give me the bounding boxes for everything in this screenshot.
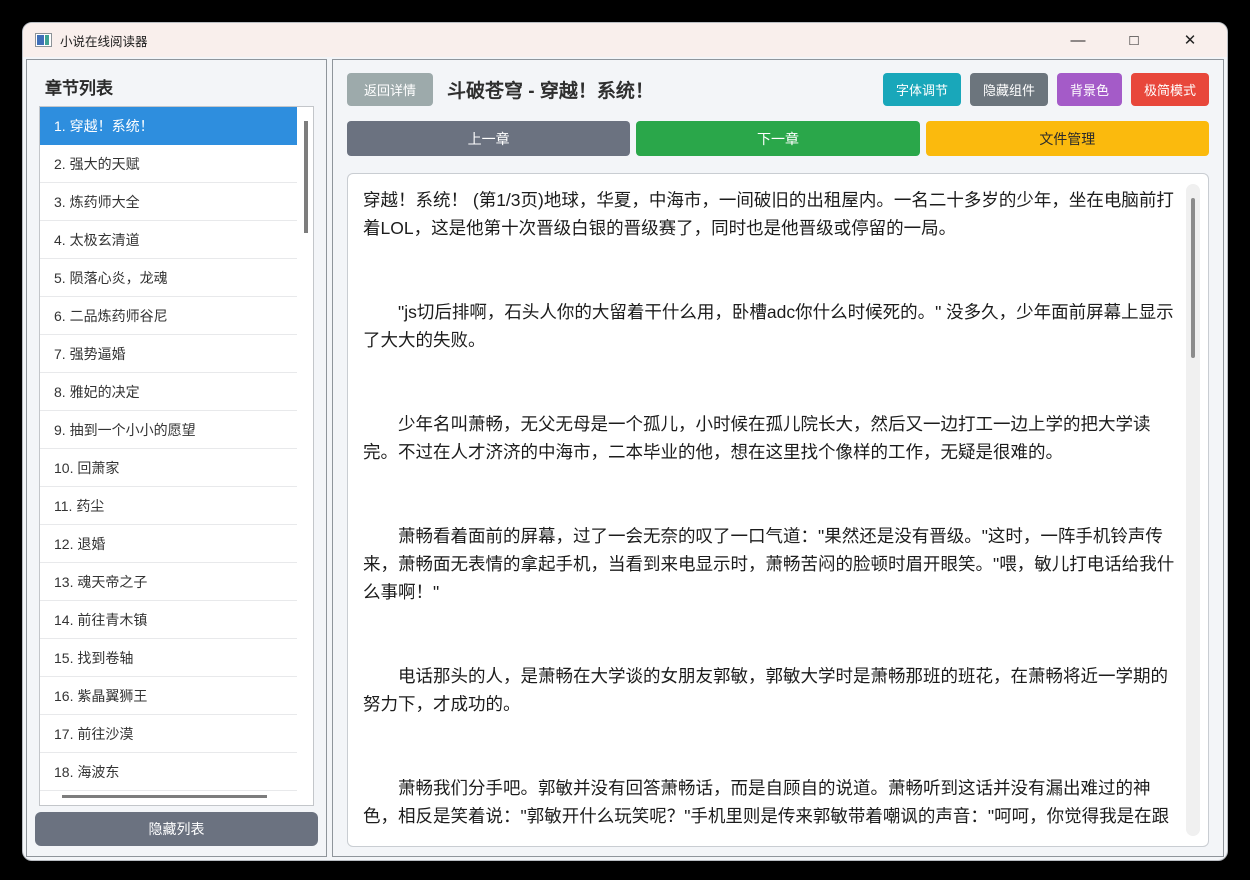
window-controls: — □ ✕ bbox=[1063, 28, 1215, 52]
chapter-item-12[interactable]: 12. 退婚 bbox=[40, 525, 297, 563]
chapter-list-horizontal-scrollbar[interactable] bbox=[62, 795, 267, 798]
minimal-mode-button[interactable]: 极简模式 bbox=[1130, 73, 1209, 106]
paragraph: 少年名叫萧畅，无父无母是一个孤儿，小时候在孤儿院长大，然后又一边打工一边上学的把… bbox=[363, 414, 1151, 462]
chapter-list-vertical-scrollbar[interactable] bbox=[304, 121, 308, 233]
minimize-icon[interactable]: — bbox=[1063, 28, 1093, 52]
chapter-item-9[interactable]: 9. 抽到一个小小的愿望 bbox=[40, 411, 297, 449]
paragraph: 萧畅看着面前的屏幕，过了一会无奈的叹了一口气道："果然还是没有晋级。"这时，一阵… bbox=[363, 526, 1175, 602]
maximize-icon[interactable]: □ bbox=[1119, 28, 1149, 52]
font-adjust-button[interactable]: 字体调节 bbox=[882, 73, 961, 106]
prev-chapter-button[interactable]: 上一章 bbox=[347, 121, 631, 156]
chapter-item-18[interactable]: 18. 海波东 bbox=[40, 753, 297, 791]
content-panes: 章节列表 1. 穿越！系统！ 2. 强大的天赋 3. 炼药师大全 4. 太极玄清… bbox=[26, 59, 1224, 857]
chapter-text: 穿越！系统！ (第1/3页)地球，华夏，中海市，一间破旧的出租屋内。一名二十多岁… bbox=[363, 186, 1178, 834]
book-chapter-title: 斗破苍穹 - 穿越！系统！ bbox=[447, 81, 654, 102]
chapter-item-15[interactable]: 15. 找到卷轴 bbox=[40, 639, 297, 677]
chapter-item-13[interactable]: 13. 魂天帝之子 bbox=[40, 563, 297, 601]
chapter-item-16[interactable]: 16. 紫晶翼狮王 bbox=[40, 677, 297, 715]
chapter-item-14[interactable]: 14. 前往青木镇 bbox=[40, 601, 297, 639]
chapter-item-6[interactable]: 6. 二品炼药师谷尼 bbox=[40, 297, 297, 335]
hide-list-button[interactable]: 隐藏列表 bbox=[35, 812, 318, 846]
app-icon bbox=[35, 33, 52, 47]
next-chapter-button[interactable]: 下一章 bbox=[636, 121, 920, 156]
chapter-item-4[interactable]: 4. 太极玄清道 bbox=[40, 221, 297, 259]
hide-widgets-button[interactable]: 隐藏组件 bbox=[969, 73, 1048, 106]
chapter-item-11[interactable]: 11. 药尘 bbox=[40, 487, 297, 525]
app-window: 小说在线阅读器 — □ ✕ 章节列表 1. 穿越！系统！ 2. 强大的天赋 3.… bbox=[22, 22, 1228, 861]
chapter-item-2[interactable]: 2. 强大的天赋 bbox=[40, 145, 297, 183]
chapter-sidebar: 章节列表 1. 穿越！系统！ 2. 强大的天赋 3. 炼药师大全 4. 太极玄清… bbox=[26, 59, 327, 857]
back-to-details-button[interactable]: 返回详情 bbox=[347, 73, 433, 106]
chapter-item-7[interactable]: 7. 强势逼婚 bbox=[40, 335, 297, 373]
reader-toolbar: 字体调节 隐藏组件 背景色 极简模式 bbox=[882, 73, 1209, 106]
chapter-item-10[interactable]: 10. 回萧家 bbox=[40, 449, 297, 487]
reader-scrollbar-track[interactable] bbox=[1186, 184, 1200, 836]
titlebar: 小说在线阅读器 — □ ✕ bbox=[23, 23, 1227, 57]
chapter-item-3[interactable]: 3. 炼药师大全 bbox=[40, 183, 297, 221]
paragraph: 穿越！系统！ (第1/3页)地球，华夏，中海市，一间破旧的出租屋内。一名二十多岁… bbox=[363, 190, 1174, 238]
chapter-item-17[interactable]: 17. 前往沙漠 bbox=[40, 715, 297, 753]
chapter-item-8[interactable]: 8. 雅妃的决定 bbox=[40, 373, 297, 411]
reader-pane: 返回详情 斗破苍穹 - 穿越！系统！ 字体调节 隐藏组件 背景色 极简模式 上一… bbox=[332, 59, 1224, 857]
close-icon[interactable]: ✕ bbox=[1175, 28, 1205, 52]
file-manager-button[interactable]: 文件管理 bbox=[925, 121, 1209, 156]
chapter-list-header: 章节列表 bbox=[45, 79, 113, 98]
reading-area: 穿越！系统！ (第1/3页)地球，华夏，中海市，一间破旧的出租屋内。一名二十多岁… bbox=[347, 173, 1209, 847]
paragraph: 萧畅我们分手吧。郭敏并没有回答萧畅话，而是自顾自的说道。萧畅听到这话并没有漏出难… bbox=[363, 778, 1170, 826]
paragraph: 电话那头的人，是萧畅在大学谈的女朋友郭敏，郭敏大学时是萧畅那班的班花，在萧畅将近… bbox=[363, 666, 1168, 714]
window-title: 小说在线阅读器 bbox=[60, 34, 148, 49]
chapter-list: 1. 穿越！系统！ 2. 强大的天赋 3. 炼药师大全 4. 太极玄清道 5. … bbox=[40, 107, 297, 791]
reader-scrollbar-thumb[interactable] bbox=[1191, 198, 1195, 358]
chapter-listbox: 1. 穿越！系统！ 2. 强大的天赋 3. 炼药师大全 4. 太极玄清道 5. … bbox=[39, 106, 314, 806]
chapter-item-5[interactable]: 5. 陨落心炎，龙魂 bbox=[40, 259, 297, 297]
paragraph: "js切后排啊，石头人你的大留着干什么用，卧槽adc你什么时候死的。" 没多久，… bbox=[363, 302, 1174, 350]
background-color-button[interactable]: 背景色 bbox=[1056, 73, 1122, 106]
chapter-nav-row: 上一章 下一章 文件管理 bbox=[347, 121, 1209, 156]
reader-topbar: 返回详情 斗破苍穹 - 穿越！系统！ 字体调节 隐藏组件 背景色 极简模式 bbox=[333, 60, 1223, 106]
chapter-item-1[interactable]: 1. 穿越！系统！ bbox=[40, 107, 297, 145]
